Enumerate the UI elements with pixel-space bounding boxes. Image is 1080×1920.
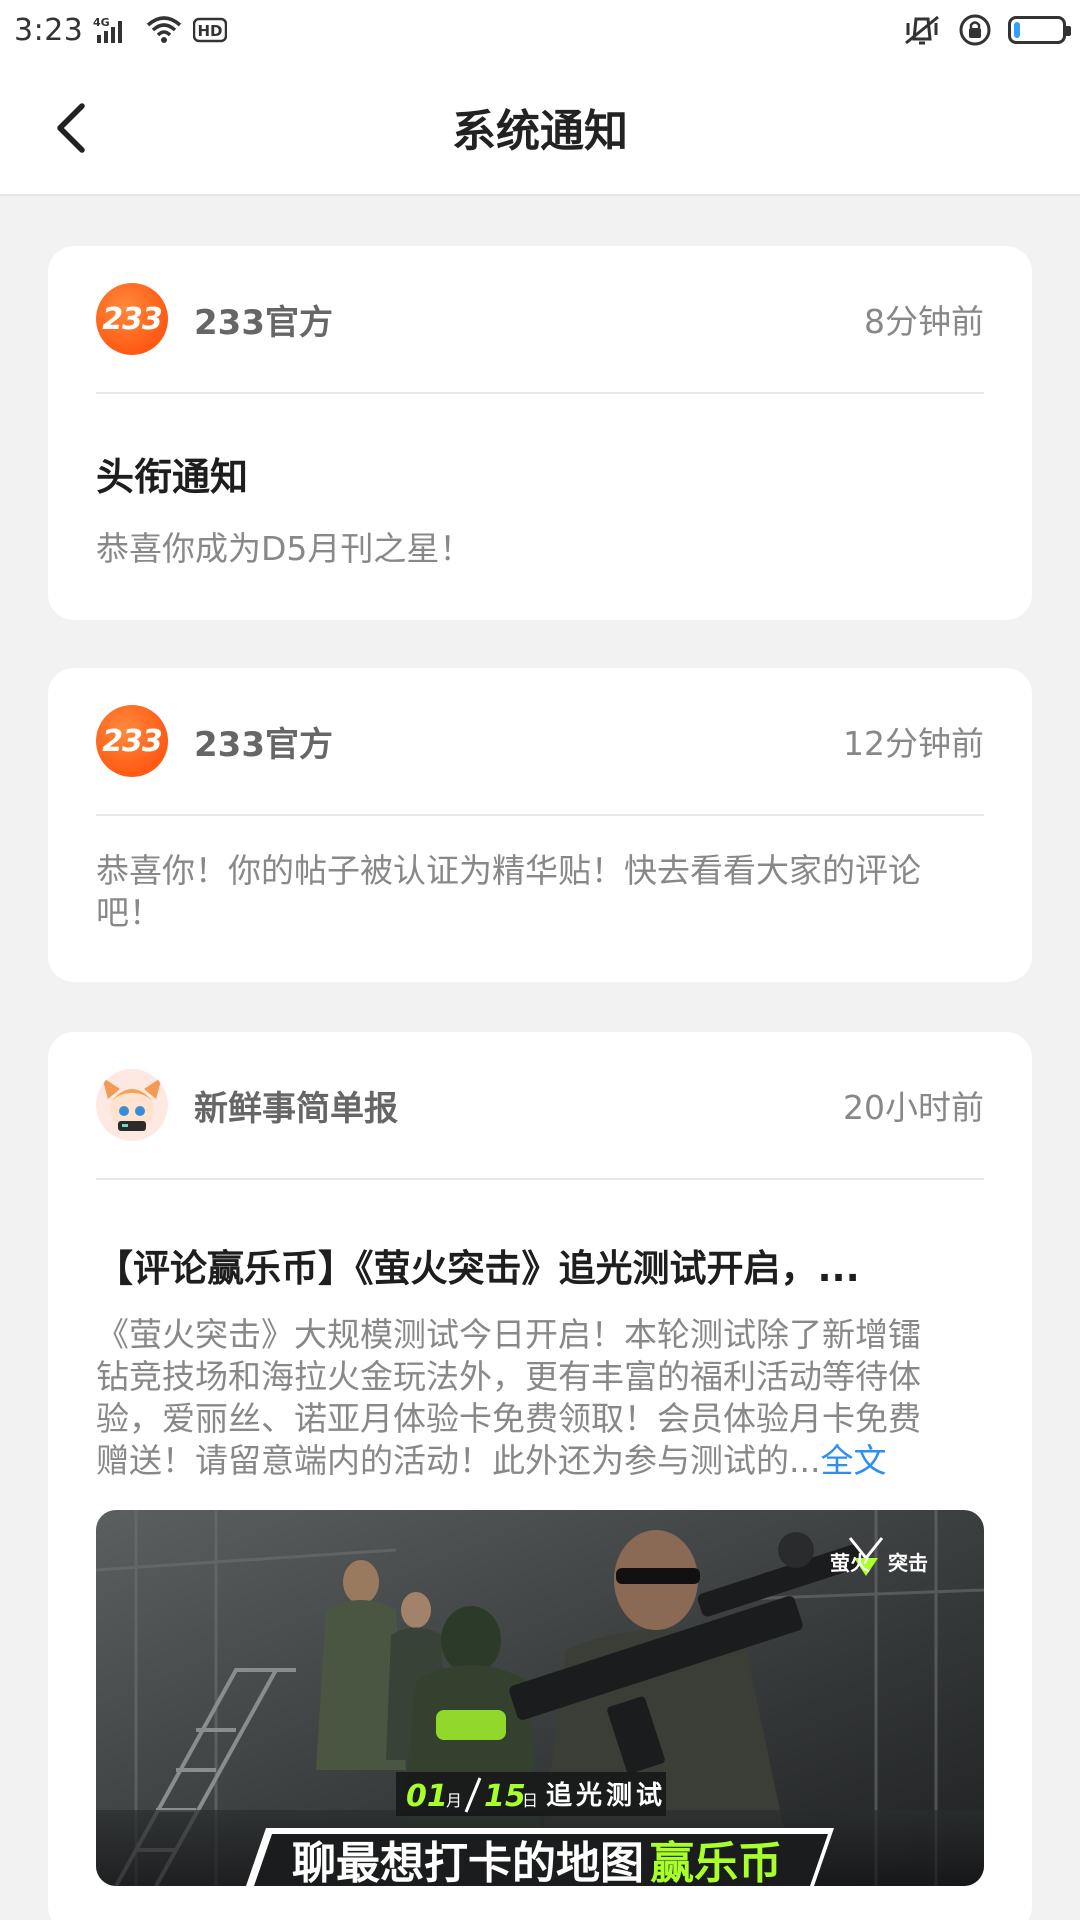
notification-body: 恭喜你成为D5月刊之星！	[96, 529, 473, 568]
timestamp: 8分钟前	[864, 302, 984, 341]
banner-logo-right: 突击	[888, 1551, 928, 1575]
banner-slogan-highlight: 赢乐币	[650, 1838, 782, 1886]
hd-icon: HD	[193, 15, 228, 45]
page-title: 系统通知	[452, 106, 628, 157]
status-left: 3:23 4G HD	[14, 12, 228, 48]
notification-body: 恭喜你！你的帖子被认证为精华贴！快去看看大家的评论 吧！	[96, 850, 921, 934]
vibrate-mute-icon	[902, 13, 942, 47]
battery-level	[1014, 22, 1020, 38]
body-line: 《萤火突击》大规模测试今日开启！本轮测试除了新增镭	[96, 1315, 921, 1354]
status-bar: 3:23 4G HD	[0, 0, 1080, 60]
banner-artwork: 萤火 突击 01 月 15 日 追光测试 聊最想打卡的地图 赢乐币	[96, 1510, 984, 1886]
notification-card[interactable]: 233 233官方 8分钟前 头衔通知 恭喜你成为D5月刊之星！	[48, 246, 1032, 620]
battery-icon	[1008, 16, 1071, 44]
back-button[interactable]	[40, 96, 104, 160]
anime-avatar-image	[96, 1069, 168, 1141]
banner-date-day: 15	[484, 1779, 526, 1814]
status-time: 3:23	[14, 12, 84, 48]
sender-name[interactable]: 新鲜事简单报	[194, 1081, 398, 1130]
sender-info: 233 233官方	[96, 283, 333, 355]
nav-bar: 系统通知	[0, 60, 1080, 196]
notification-body: 《萤火突击》大规模测试今日开启！本轮测试除了新增镭 钻竞技场和海拉火金玩法外，更…	[96, 1314, 996, 1482]
notification-card[interactable]: 233 233官方 12分钟前 恭喜你！你的帖子被认证为精华贴！快去看看大家的评…	[48, 668, 1032, 982]
svg-text:4G: 4G	[93, 16, 110, 29]
sender-name[interactable]: 233官方	[194, 295, 333, 344]
chevron-left-icon	[57, 103, 85, 153]
cellular-signal-icon: 4G	[93, 15, 135, 45]
avatar[interactable]	[96, 1069, 168, 1141]
body-line-last: 赠送！请留意端内的活动！此外还为参与测试的...全文	[96, 1440, 996, 1482]
body-line: 验，爱丽丝、诺亚月体验卡免费领取！会员体验月卡免费	[96, 1399, 921, 1438]
body-line-text: 赠送！请留意端内的活动！此外还为参与测试的...	[96, 1441, 821, 1480]
wifi-icon	[145, 15, 183, 45]
svg-text:HD: HD	[198, 22, 223, 40]
card-header: 233 233官方 8分钟前	[96, 246, 984, 394]
sender-info: 233 233官方	[96, 705, 333, 777]
rotation-lock-icon	[958, 13, 992, 47]
body-line: 吧！	[96, 893, 162, 932]
banner-date-month-unit: 月	[446, 1791, 462, 1810]
notification-title: 【评论赢乐币】《萤火突击》追光测试开启，...	[96, 1247, 860, 1290]
banner-date-day-unit: 日	[522, 1791, 538, 1810]
avatar[interactable]: 233	[96, 705, 168, 777]
sender-name[interactable]: 233官方	[194, 717, 333, 766]
card-header: 新鲜事简单报 20小时前	[96, 1032, 984, 1180]
timestamp: 20小时前	[843, 1088, 984, 1127]
notification-card[interactable]: 新鲜事简单报 20小时前 【评论赢乐币】《萤火突击》追光测试开启，... 《萤火…	[48, 1032, 1032, 1920]
full-text-link[interactable]: 全文	[820, 1441, 886, 1480]
card-header: 233 233官方 12分钟前	[96, 668, 984, 816]
status-right	[902, 13, 1071, 47]
avatar[interactable]: 233	[96, 283, 168, 355]
body-line: 钻竞技场和海拉火金玩法外，更有丰富的福利活动等待体	[96, 1357, 921, 1396]
timestamp: 12分钟前	[843, 724, 984, 763]
banner-slogan-main: 聊最想打卡的地图	[292, 1838, 644, 1886]
sender-info: 新鲜事简单报	[96, 1069, 398, 1141]
banner-date-month: 01	[406, 1779, 448, 1814]
notification-title: 头衔通知	[96, 455, 249, 499]
body-line: 恭喜你！你的帖子被认证为精华贴！快去看看大家的评论	[96, 851, 921, 890]
banner-image[interactable]: 萤火 突击 01 月 15 日 追光测试 聊最想打卡的地图 赢乐币	[96, 1510, 984, 1886]
banner-test-label: 追光测试	[546, 1780, 666, 1811]
banner-logo-left: 萤火	[830, 1551, 871, 1575]
